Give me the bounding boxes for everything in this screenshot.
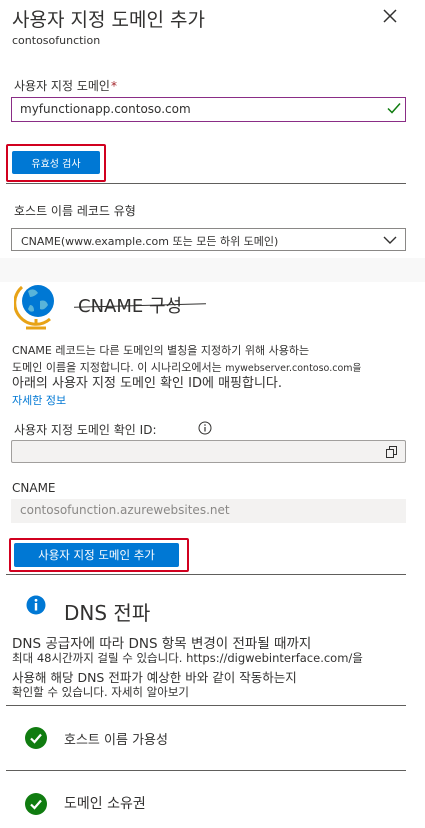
dns-description-line4: 확인할 수 있습니다. 자세히 알아보기 xyxy=(12,685,189,699)
record-type-label: 호스트 이름 레코드 유형 xyxy=(14,204,136,218)
divider xyxy=(6,574,406,575)
example-domain: mywebserver.contoso.com을 xyxy=(225,363,362,374)
cname-label: CNAME xyxy=(12,481,56,495)
custom-domain-label-text: 사용자 지정 도메인 xyxy=(14,79,110,93)
custom-domain-label: 사용자 지정 도메인* xyxy=(14,77,117,94)
cname-value-field: contosofunction.azurewebsites.net xyxy=(11,499,406,523)
chevron-down-icon xyxy=(383,236,397,244)
dns-description-line1: DNS 공급자에 따라 DNS 항목 변경이 전파될 때까지 xyxy=(12,636,312,652)
custom-domain-input[interactable]: myfunctionapp.contoso.com xyxy=(11,97,406,122)
success-check-icon xyxy=(25,793,47,815)
cname-description-text: 도메인 이름을 지정합니다. 이 시나리오에서는 xyxy=(12,361,226,374)
success-check-icon xyxy=(25,727,47,749)
info-icon[interactable] xyxy=(198,421,212,435)
globe-icon xyxy=(14,285,54,330)
copy-icon[interactable] xyxy=(386,446,398,458)
section-background xyxy=(0,258,425,282)
validate-button[interactable]: 유효성 검사 xyxy=(12,151,100,174)
learn-more-link[interactable]: 자세한 정보 xyxy=(12,394,66,408)
required-mark: * xyxy=(110,79,117,93)
cname-description-line3: 아래의 사용자 지정 도메인 확인 ID에 매핑합니다. xyxy=(12,376,283,391)
divider xyxy=(6,183,406,184)
dns-propagation-title: DNS 전파 xyxy=(64,601,151,625)
check-icon xyxy=(387,103,401,114)
verification-id-field[interactable] xyxy=(11,440,406,463)
panel-title: 사용자 지정 도메인 추가 xyxy=(12,9,205,31)
divider xyxy=(6,705,406,706)
verification-id-label: 사용자 지정 도메인 확인 ID: xyxy=(14,423,157,437)
check-domain-ownership-label: 도메인 소유권 xyxy=(64,796,146,812)
close-icon[interactable] xyxy=(380,6,400,26)
record-type-dropdown[interactable]: CNAME(www.example.com 또는 모든 하위 도메인) xyxy=(11,228,406,251)
cname-description-line1: CNAME 레코드는 다른 도메인의 별칭을 지정하기 위해 사용하는 xyxy=(12,344,310,357)
check-host-availability-label: 호스트 이름 가용성 xyxy=(64,733,168,748)
divider xyxy=(6,770,406,771)
dns-description-line2: 최대 48시간까지 걸릴 수 있습니다. https://digwebinter… xyxy=(12,651,363,665)
app-name: contosofunction xyxy=(12,34,101,47)
add-custom-domain-button[interactable]: 사용자 지정 도메인 추가 xyxy=(14,543,179,567)
cname-description-line2: 도메인 이름을 지정합니다. 이 시나리오에서는 mywebserver.con… xyxy=(12,361,361,376)
info-icon xyxy=(26,595,46,615)
